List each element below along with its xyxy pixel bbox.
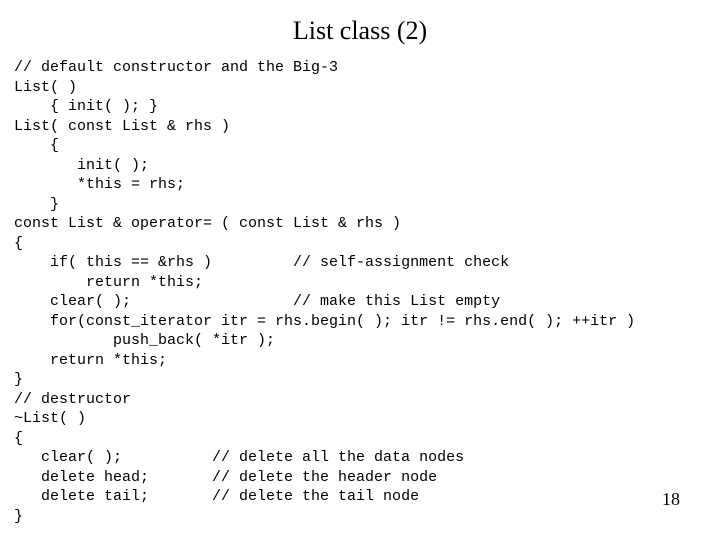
slide: List class (2) // default constructor an… xyxy=(0,0,720,540)
code-block: // default constructor and the Big-3 Lis… xyxy=(14,58,706,526)
page-number: 18 xyxy=(662,489,680,510)
slide-title: List class (2) xyxy=(14,16,706,46)
